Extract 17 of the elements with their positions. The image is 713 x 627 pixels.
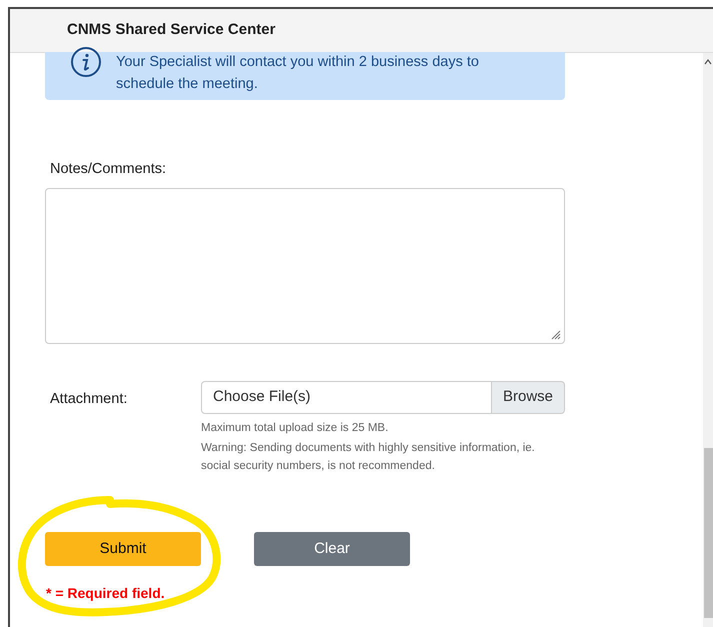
info-icon (70, 46, 102, 78)
notes-field[interactable] (45, 188, 565, 344)
notes-label: Notes/Comments: (50, 160, 168, 179)
scroll-up-icon[interactable] (704, 59, 712, 65)
scrollbar-thumb[interactable] (704, 448, 713, 618)
resize-handle-icon[interactable] (551, 330, 561, 340)
clear-button[interactable]: Clear (254, 532, 410, 566)
browse-button[interactable]: Browse (492, 380, 565, 414)
submit-button[interactable]: Submit (45, 532, 201, 566)
file-input[interactable]: Choose File(s) (201, 380, 492, 414)
required-field-note: * = Required field. (46, 584, 166, 603)
upload-hint: Maximum total upload size is 25 MB. (201, 420, 390, 436)
attachment-label: Attachment: (49, 390, 128, 409)
page-title: CNMS Shared Service Center (67, 20, 276, 40)
scrollbar[interactable] (703, 53, 713, 627)
info-message: Your Specialist will contact you within 2 business days to schedule the meeting. (116, 53, 480, 94)
upload-hint: Warning: Sending documents with highly sensitive information, ie. social security numbers, is not recommended. (201, 440, 536, 474)
